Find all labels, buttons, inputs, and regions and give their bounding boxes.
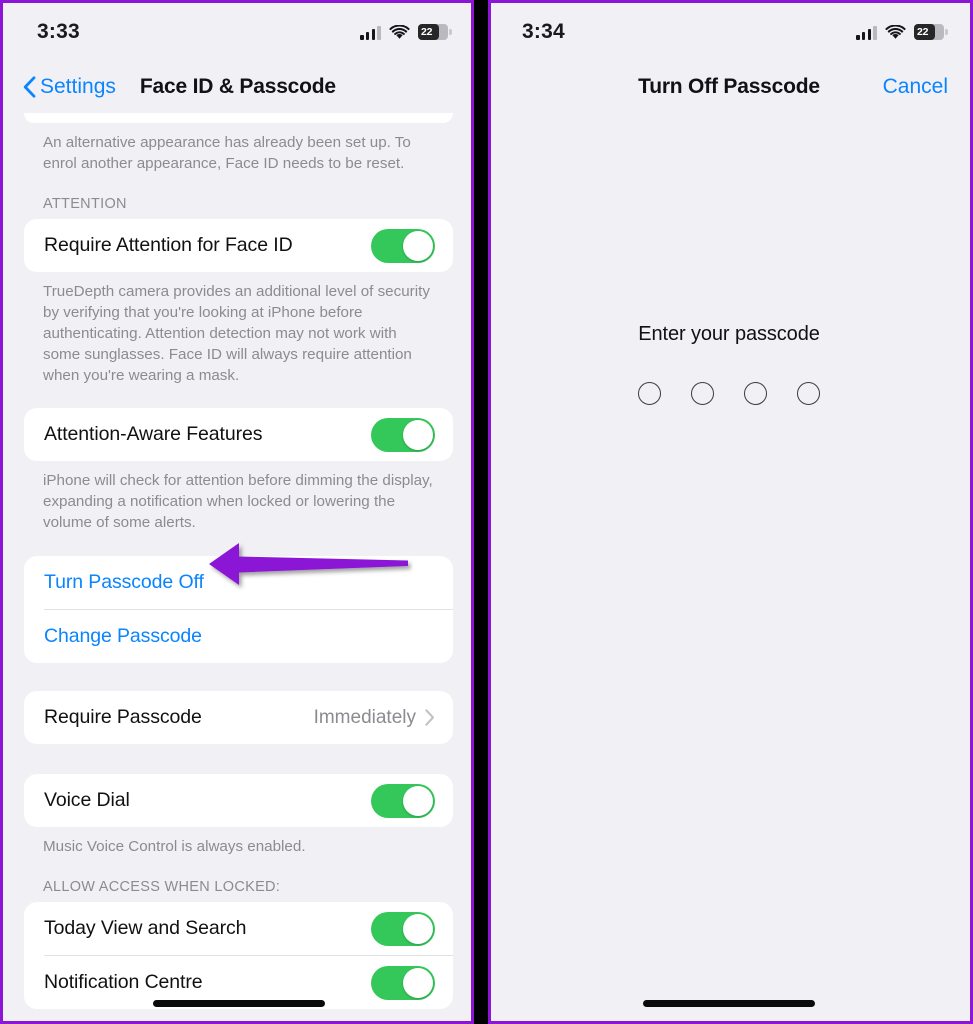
allow-access-card: Today View and Search Notification Centr… (24, 902, 453, 1009)
back-to-settings-button[interactable]: Settings (23, 75, 116, 99)
passcode-prompt: Enter your passcode (638, 323, 820, 345)
passcode-dots[interactable] (638, 382, 820, 405)
battery-percent-label: 22 (421, 26, 433, 38)
status-icons-group: 22 (856, 24, 948, 40)
toggle-attention-aware[interactable] (371, 417, 435, 452)
chevron-right-icon (425, 709, 435, 726)
change-passcode-label: Change Passcode (44, 625, 202, 647)
status-time: 3:34 (522, 20, 565, 43)
row-require-passcode[interactable]: Require Passcode Immediately (24, 691, 453, 744)
voice-dial-footnote: Music Voice Control is always enabled. (43, 838, 306, 855)
cellular-signal-icon (856, 25, 877, 40)
passcode-dot (638, 382, 661, 405)
row-label: Require Attention for Face ID (44, 234, 293, 256)
cancel-button[interactable]: Cancel (883, 75, 948, 99)
back-label: Settings (40, 75, 116, 98)
chevron-left-icon (23, 76, 36, 98)
require-passcode-value: Immediately (313, 706, 416, 728)
home-indicator (643, 1000, 815, 1007)
battery-icon: 22 (418, 24, 452, 40)
screenshot-root: 3:33 22 Settings Face ID & Passcode An a… (0, 0, 973, 1024)
require-attention-card: Require Attention for Face ID (24, 219, 453, 272)
wifi-icon (885, 24, 906, 39)
right-nav-bar: Turn Off Passcode Cancel (488, 61, 970, 113)
row-label: Attention-Aware Features (44, 423, 263, 445)
row-label: Notification Centre (44, 971, 203, 993)
page-title: Face ID & Passcode (139, 75, 336, 98)
battery-percent-label: 22 (917, 26, 929, 38)
row-require-attention[interactable]: Require Attention for Face ID (24, 219, 453, 272)
alt-appearance-footnote: An alternative appearance has already be… (43, 134, 411, 172)
row-label: Voice Dial (44, 789, 130, 811)
left-nav-bar: Settings Face ID & Passcode (3, 61, 474, 113)
right-status-bar: 3:34 22 (488, 3, 970, 61)
home-indicator (152, 1000, 325, 1007)
row-voice-dial[interactable]: Voice Dial (24, 774, 453, 827)
passcode-entry-area: Enter your passcode (488, 113, 970, 405)
modal-title: Turn Off Passcode (638, 75, 820, 98)
toggle-notification-centre[interactable] (371, 965, 435, 1000)
status-time: 3:33 (37, 20, 80, 43)
passcode-dot (691, 382, 714, 405)
battery-icon: 22 (914, 24, 948, 40)
row-attention-aware[interactable]: Attention-Aware Features (24, 408, 453, 461)
require-passcode-card: Require Passcode Immediately (24, 691, 453, 744)
row-turn-passcode-off[interactable]: Turn Passcode Off (24, 556, 453, 609)
toggle-today-view-and-search[interactable] (371, 911, 435, 946)
settings-scroll-area[interactable]: An alternative appearance has already be… (3, 113, 474, 1021)
row-label: Require Passcode (44, 706, 202, 728)
attention-section-header: ATTENTION (43, 196, 127, 212)
right-phone-screen: 3:34 22 Turn Off Passcode Cancel Enter y… (488, 0, 973, 1024)
turn-passcode-off-label: Turn Passcode Off (44, 571, 204, 593)
toggle-require-attention[interactable] (371, 228, 435, 263)
passcode-actions-card: Turn Passcode Off Change Passcode (24, 556, 453, 663)
cellular-signal-icon (360, 25, 381, 40)
allow-access-header: ALLOW ACCESS WHEN LOCKED: (43, 879, 281, 895)
attention-aware-footnote: iPhone will check for attention before d… (43, 472, 433, 531)
row-label: Today View and Search (44, 917, 247, 939)
attention-aware-card: Attention-Aware Features (24, 408, 453, 461)
left-phone-screen: 3:33 22 Settings Face ID & Passcode An a… (0, 0, 474, 1024)
row-right-group: Immediately (314, 707, 435, 729)
left-status-bar: 3:33 22 (3, 3, 474, 61)
panel-divider-gap (474, 0, 488, 1024)
status-icons-group: 22 (360, 24, 452, 40)
passcode-dot (744, 382, 767, 405)
row-change-passcode[interactable]: Change Passcode (24, 610, 453, 663)
partial-cell-top (24, 113, 453, 123)
toggle-voice-dial[interactable] (371, 783, 435, 818)
passcode-dot (797, 382, 820, 405)
voice-dial-card: Voice Dial (24, 774, 453, 827)
row-today-view-and-search[interactable]: Today View and Search (24, 902, 453, 955)
wifi-icon (389, 24, 410, 39)
truedepth-footnote: TrueDepth camera provides an additional … (43, 283, 430, 384)
